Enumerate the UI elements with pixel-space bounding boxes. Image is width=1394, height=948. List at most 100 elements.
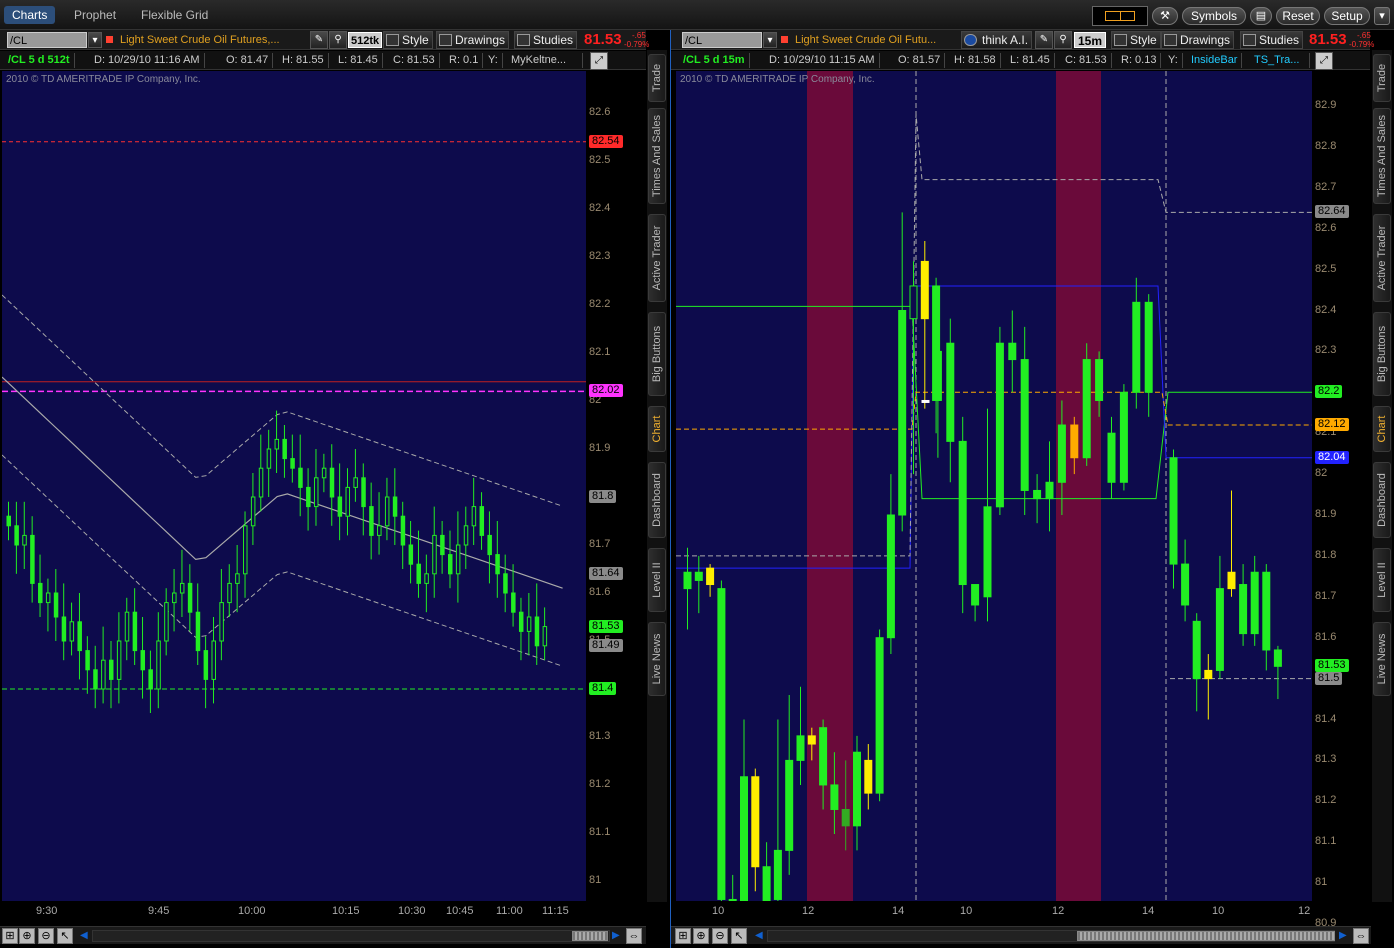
think-ai-icon bbox=[964, 34, 977, 46]
right-scroll-thumb[interactable] bbox=[1077, 931, 1335, 941]
sidebar-tab-big-buttons[interactable]: Big Buttons bbox=[648, 312, 666, 396]
y-tick-label: 81.9 bbox=[1315, 508, 1337, 520]
sidebar-tab-chart[interactable]: Chart bbox=[648, 406, 666, 452]
tab-flexible-grid[interactable]: Flexible Grid bbox=[133, 6, 216, 24]
right-studies-button[interactable]: Studies bbox=[1240, 31, 1304, 49]
reset-button[interactable]: Reset bbox=[1276, 7, 1320, 25]
sidebar-tab-trade[interactable]: Trade bbox=[648, 54, 666, 102]
print-icon[interactable]: ▤ bbox=[1250, 7, 1272, 25]
left-style-button[interactable]: Style bbox=[383, 31, 433, 49]
left-cursor-icon[interactable]: ↖ bbox=[57, 928, 73, 944]
y-tick-label: 82.2 bbox=[589, 298, 611, 310]
sidebar-tab-level-ii[interactable]: Level II bbox=[648, 548, 666, 612]
right-zoom-in-icon[interactable]: ⊕ bbox=[693, 928, 709, 944]
candle-body bbox=[45, 592, 51, 604]
right-candles-svg bbox=[676, 71, 1312, 901]
sidebar-tab-label: Active Trader bbox=[1376, 225, 1388, 291]
right-price-plot[interactable]: 2010 © TD AMERITRADE IP Company, Inc. bbox=[676, 71, 1312, 901]
sidebar-tab-live-news[interactable]: Live News bbox=[648, 622, 666, 696]
right-info-low: L: 81.45 bbox=[1006, 53, 1055, 68]
left-study-label[interactable]: MyKeltne... bbox=[507, 53, 583, 68]
sidebar-tab-big-buttons[interactable]: Big Buttons bbox=[1373, 312, 1391, 396]
left-zoom-out-icon[interactable]: ⊖ bbox=[38, 928, 54, 944]
candle-body bbox=[203, 650, 209, 680]
left-info-low: L: 81.45 bbox=[334, 53, 383, 68]
left-price-plot[interactable]: 2010 © TD AMERITRADE IP Company, Inc. bbox=[2, 71, 586, 901]
sidebar-tab-active-trader[interactable]: Active Trader bbox=[648, 214, 666, 302]
right-info-date: D: 10/29/10 11:15 AM bbox=[765, 53, 880, 68]
green-step-line bbox=[676, 305, 1312, 500]
sidebar-tab-active-trader[interactable]: Active Trader bbox=[1373, 214, 1391, 302]
more-icon[interactable]: ▾ bbox=[1374, 7, 1390, 25]
left-zoom-in-icon[interactable]: ⊕ bbox=[19, 928, 35, 944]
symbols-button[interactable]: Symbols bbox=[1182, 7, 1246, 25]
tab-prophet[interactable]: Prophet bbox=[66, 6, 124, 24]
right-style-button[interactable]: Style bbox=[1111, 31, 1161, 49]
right-cursor-icon[interactable]: ↖ bbox=[731, 928, 747, 944]
sidebar-tab-dashboard[interactable]: Dashboard bbox=[1373, 462, 1391, 538]
candle-body bbox=[542, 626, 548, 647]
candle-body bbox=[408, 544, 414, 565]
candle-body bbox=[432, 534, 437, 575]
left-symbol-dropdown-icon[interactable]: ▾ bbox=[88, 32, 102, 48]
sidebar-tab-times-and-sales[interactable]: Times And Sales bbox=[648, 108, 666, 204]
left-pct-change: -0.79% bbox=[624, 40, 650, 49]
y-tick-label: 82.7 bbox=[1315, 180, 1337, 193]
right-symbol-input[interactable]: /CL bbox=[682, 32, 762, 48]
candle-body bbox=[448, 554, 453, 575]
right-symbol-dropdown-icon[interactable]: ▾ bbox=[763, 32, 777, 48]
right-expand-icon[interactable]: ⤢ bbox=[1315, 52, 1333, 70]
left-fit-icon[interactable]: ⇔ bbox=[626, 928, 642, 944]
candle-body bbox=[841, 808, 850, 827]
left-studies-button[interactable]: Studies bbox=[514, 31, 578, 49]
sidebar-tab-dashboard[interactable]: Dashboard bbox=[648, 462, 666, 538]
x-tick-label: 10 bbox=[712, 905, 725, 917]
orange-pivot-line bbox=[676, 391, 1312, 430]
sidebar-tab-chart[interactable]: Chart bbox=[1373, 406, 1391, 452]
sidebar-tab-live-news[interactable]: Live News bbox=[1373, 622, 1391, 696]
left-scrollbar[interactable] bbox=[92, 930, 610, 942]
y-tick-label: 81.6 bbox=[589, 586, 611, 598]
left-drawing-tool-icon[interactable]: ✎ bbox=[310, 31, 328, 49]
right-zoom-out-icon[interactable]: ⊖ bbox=[712, 928, 728, 944]
right-scroll-left-icon[interactable]: ◀ bbox=[755, 930, 763, 941]
left-aggregation-button[interactable]: 512tk bbox=[348, 32, 383, 48]
sidebar-tab-label: Chart bbox=[651, 415, 663, 443]
candle-body bbox=[773, 849, 782, 900]
sidebar-tab-label: Live News bbox=[651, 633, 663, 685]
wrench-icon[interactable]: ⚒ bbox=[1152, 7, 1178, 25]
price-marker-box: 82.12 bbox=[1315, 418, 1349, 432]
y-tick-label: 81 bbox=[589, 874, 602, 886]
left-scroll-thumb[interactable] bbox=[572, 931, 608, 941]
sidebar-tab-times-and-sales[interactable]: Times And Sales bbox=[1373, 108, 1391, 204]
right-study-ts-tra[interactable]: TS_Tra... bbox=[1250, 53, 1310, 68]
think-ai-button[interactable]: think A.I. bbox=[961, 31, 1033, 49]
candle-body bbox=[1250, 571, 1259, 635]
layout-selector[interactable] bbox=[1092, 6, 1148, 26]
right-drawings-button[interactable]: Drawings bbox=[1161, 31, 1235, 49]
highlight-region bbox=[1056, 71, 1101, 901]
tab-charts[interactable]: Charts bbox=[4, 6, 56, 24]
right-study-insidebar[interactable]: InsideBar bbox=[1187, 53, 1243, 68]
candle-body bbox=[694, 571, 703, 581]
sidebar-tab-trade[interactable]: Trade bbox=[1373, 54, 1391, 102]
left-scroll-left-icon[interactable]: ◀ bbox=[80, 930, 88, 941]
left-link-icon[interactable]: ⚲ bbox=[329, 31, 347, 49]
left-grid-icon[interactable]: ⊞ bbox=[2, 928, 18, 944]
right-drawing-tool-icon[interactable]: ✎ bbox=[1035, 31, 1053, 49]
right-scroll-right-icon[interactable]: ▶ bbox=[1339, 930, 1347, 941]
right-price-axis: 82.982.882.782.682.582.482.382.282.18281… bbox=[1312, 71, 1371, 929]
sidebar-tab-level-ii[interactable]: Level II bbox=[1373, 548, 1391, 612]
candle-body bbox=[455, 544, 461, 575]
left-expand-icon[interactable]: ⤢ bbox=[590, 52, 608, 70]
setup-button[interactable]: Setup bbox=[1324, 7, 1370, 25]
left-scroll-right-icon[interactable]: ▶ bbox=[612, 930, 620, 941]
left-drawings-button[interactable]: Drawings bbox=[436, 31, 510, 49]
right-link-icon[interactable]: ⚲ bbox=[1054, 31, 1072, 49]
right-fit-icon[interactable]: ⇔ bbox=[1353, 928, 1369, 944]
price-marker-box: 81.53 bbox=[1315, 659, 1349, 673]
candle-body bbox=[164, 602, 169, 642]
right-grid-icon[interactable]: ⊞ bbox=[675, 928, 691, 944]
right-aggregation-button[interactable]: 15m bbox=[1074, 32, 1107, 48]
left-symbol-input[interactable]: /CL bbox=[7, 32, 87, 48]
